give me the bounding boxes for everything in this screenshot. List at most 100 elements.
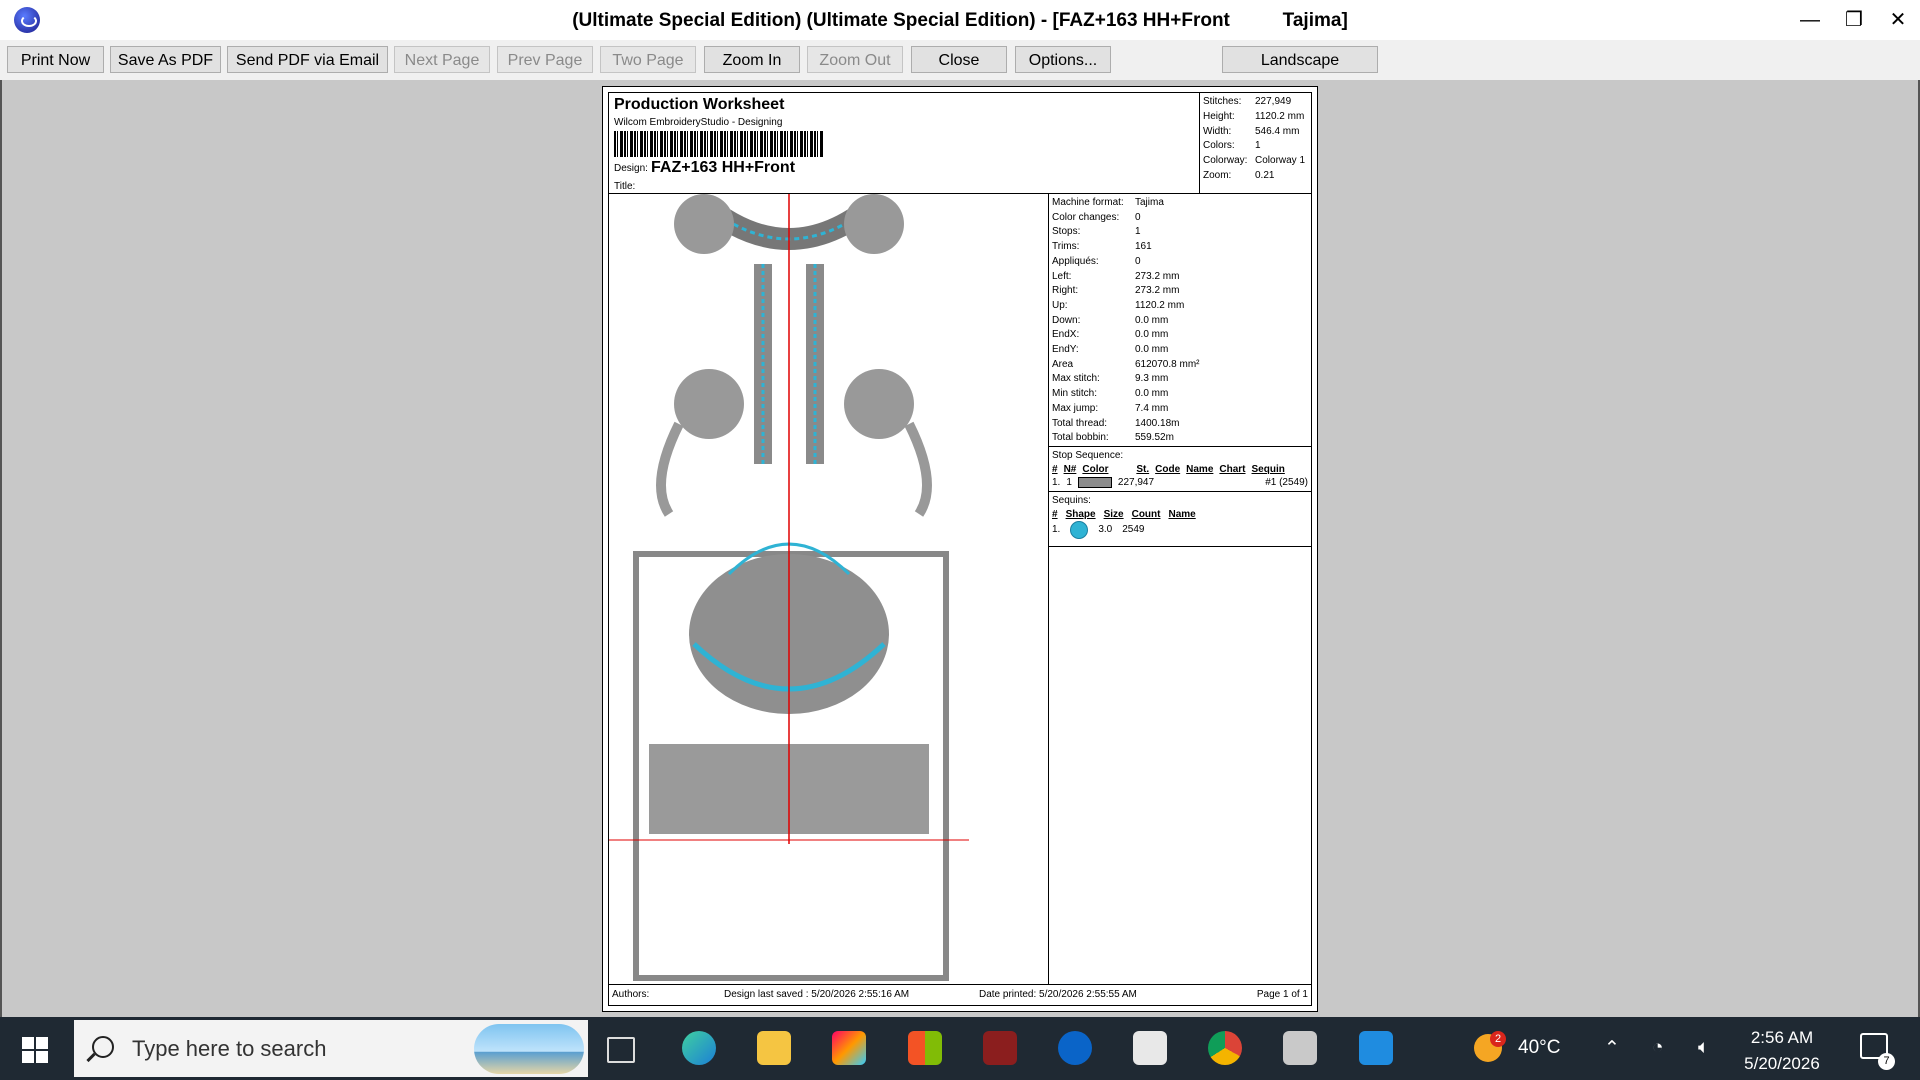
date-printed: Date printed: 5/20/2026 2:55:55 AM	[979, 989, 1137, 1000]
stat-row: Colorway: Colorway 1	[1203, 155, 1306, 167]
search-icon	[92, 1036, 114, 1058]
flower-left	[674, 369, 744, 439]
edge-icon[interactable]	[682, 1031, 716, 1065]
header-left: Production Worksheet Wilcom EmbroiderySt…	[609, 93, 1200, 193]
chrome-icon[interactable]	[1208, 1031, 1242, 1065]
remote-desktop-icon[interactable]	[1283, 1031, 1317, 1065]
close-window-button[interactable]: ✕	[1878, 6, 1918, 34]
color-swatch	[1077, 476, 1112, 488]
stat-row: Colors: 1	[1203, 140, 1261, 152]
close-button[interactable]: Close	[911, 46, 1007, 73]
copilot-icon[interactable]	[832, 1031, 866, 1065]
worksheet-footer: Authors: Design last saved : 5/20/2026 2…	[609, 984, 1311, 1006]
preview-area[interactable]: Production Worksheet Wilcom EmbroiderySt…	[0, 80, 1920, 1017]
search-placeholder: Type here to search	[132, 1036, 327, 1061]
embroidery-preview	[609, 194, 1049, 984]
design-name: FAZ+163 HH+Front	[651, 159, 796, 176]
clock-time: 2:56 AM	[1750, 1028, 1814, 1047]
window-title: (Ultimate Special Edition) (Ultimate Spe…	[572, 10, 1348, 31]
options-button[interactable]: Options...	[1015, 46, 1111, 73]
stat-row: Width: 546.4 mm	[1203, 125, 1300, 137]
machine-row: Max jump: 7.4 mm	[1052, 402, 1169, 414]
design-stats: Stitches: 227,949 Height: 1120.2 mm Width:…	[1203, 95, 1305, 184]
zoom-out-button[interactable]: Zoom Out	[807, 46, 903, 73]
shoulder-motif-left	[674, 194, 734, 254]
stop-sequence-section: Stop Sequence: # N# Color St. Code Name …	[1049, 445, 1311, 491]
restore-button[interactable]: ❐	[1834, 6, 1874, 34]
worksheet: Production Worksheet Wilcom EmbroiderySt…	[608, 92, 1312, 1006]
flower-right	[844, 369, 914, 439]
machine-row: Trims: 161	[1052, 241, 1152, 253]
machine-row: Machine format: Tajima	[1052, 197, 1164, 208]
clock[interactable]: 2:56 AM 5/20/2026	[1722, 1025, 1842, 1077]
machine-row: Up: 1120.2 mm	[1052, 299, 1185, 311]
machine-row: Left: 273.2 mm	[1052, 270, 1180, 282]
design-label: Design:	[614, 163, 648, 174]
worksheet-header: Production Worksheet Wilcom EmbroiderySt…	[609, 93, 1311, 194]
photos-icon[interactable]	[1359, 1031, 1393, 1065]
minimize-button[interactable]: —	[1790, 6, 1830, 34]
taskbar-search[interactable]: Type here to search	[74, 1020, 588, 1077]
stat-row: Stitches: 227,949	[1203, 96, 1292, 107]
machine-row: Down: 0.0 mm	[1052, 314, 1169, 326]
sequin-shape-icon	[1070, 520, 1089, 539]
last-saved: Design last saved : 5/20/2026 2:55:16 AM	[724, 989, 910, 1000]
machine-row: Appliqués: 0	[1052, 255, 1141, 267]
chevron-up-icon[interactable]: ⌃	[1604, 1037, 1620, 1060]
title-bar: (Ultimate Special Edition) (Ultimate Spe…	[0, 0, 1920, 40]
app-window-icon[interactable]	[1133, 1031, 1167, 1065]
shoulder-motif-right	[844, 194, 904, 254]
microsoft-store-icon[interactable]	[908, 1031, 942, 1065]
machine-row: EndX: 0.0 mm	[1052, 329, 1169, 341]
machine-row: Right: 273.2 mm	[1052, 285, 1180, 297]
machine-row: Max stitch: 9.3 mm	[1052, 373, 1169, 385]
outlook-icon[interactable]	[1058, 1031, 1092, 1065]
file-explorer-icon[interactable]	[757, 1031, 791, 1065]
worksheet-subtitle: Wilcom EmbroideryStudio - Designing	[614, 117, 783, 128]
winrar-icon[interactable]	[983, 1031, 1017, 1065]
clock-date: 5/20/2026	[1744, 1054, 1820, 1073]
prev-page-button[interactable]: Prev Page	[497, 46, 593, 73]
wifi-icon[interactable]: ◔	[1652, 1037, 1663, 1059]
send-pdf-email-button[interactable]: Send PDF via Email	[227, 46, 388, 73]
toolbar: Print Now Save As PDF Send PDF via Email…	[0, 40, 1920, 81]
stop-sequence-header: # N# Color St. Code Name Chart Sequin	[1052, 463, 1285, 475]
machine-stats: Machine format: Tajima Color changes: 0 St…	[1049, 194, 1311, 446]
barcode	[614, 131, 824, 157]
temperature[interactable]: 40°C	[1518, 1037, 1560, 1059]
machine-row: Area 612070.8 mm²	[1052, 358, 1200, 370]
volume-icon[interactable]: 🔈︎	[1698, 1037, 1709, 1059]
authors-label: Authors:	[612, 989, 650, 1000]
stat-row: Height: 1120.2 mm	[1203, 110, 1305, 122]
machine-row: Total thread: 1400.18m	[1052, 417, 1180, 429]
sequins-title: Sequins:	[1052, 494, 1091, 506]
embroidery-drawing	[609, 194, 969, 981]
machine-row: Color changes: 0	[1052, 211, 1141, 223]
vine-left	[656, 421, 684, 517]
vine-right	[904, 421, 932, 517]
stat-row: Zoom: 0.21	[1203, 169, 1275, 181]
worksheet-page: Production Worksheet Wilcom EmbroiderySt…	[602, 86, 1318, 1012]
two-page-button[interactable]: Two Page	[600, 46, 696, 73]
stop-sequence-title: Stop Sequence:	[1052, 449, 1124, 461]
sequins-header: # Shape Size Count Name	[1052, 508, 1196, 520]
sequins-row: 1. 3.0 2549	[1052, 520, 1308, 543]
worksheet-title: Production Worksheet	[614, 96, 785, 113]
notification-count: 7	[1878, 1053, 1895, 1070]
windows-start-icon[interactable]	[22, 1037, 48, 1063]
machine-row: EndY: 0.0 mm	[1052, 344, 1169, 356]
next-page-button[interactable]: Next Page	[394, 46, 490, 73]
task-view-icon[interactable]	[607, 1037, 635, 1063]
zoom-in-button[interactable]: Zoom In	[704, 46, 800, 73]
sequins-section: Sequins: # Shape Size Count Name 1. 3.0 …	[1049, 490, 1311, 547]
machine-row: Stops: 1	[1052, 226, 1141, 238]
save-as-pdf-button[interactable]: Save As PDF	[110, 46, 221, 73]
stop-sequence-row: 1. 1 227,947 #1 (2549)	[1052, 476, 1308, 488]
print-now-button[interactable]: Print Now	[7, 46, 104, 73]
page-number: Page 1 of 1	[1256, 989, 1308, 1000]
search-highlight-image	[474, 1024, 584, 1074]
machine-row: Total bobbin: 559.52m	[1052, 432, 1174, 444]
machine-row: Min stitch: 0.0 mm	[1052, 388, 1169, 400]
taskbar: Type here to search 2 40°C ⌃ ◔ 🔈︎ 2:56 A…	[0, 1017, 1920, 1080]
landscape-button[interactable]: Landscape	[1222, 46, 1378, 73]
